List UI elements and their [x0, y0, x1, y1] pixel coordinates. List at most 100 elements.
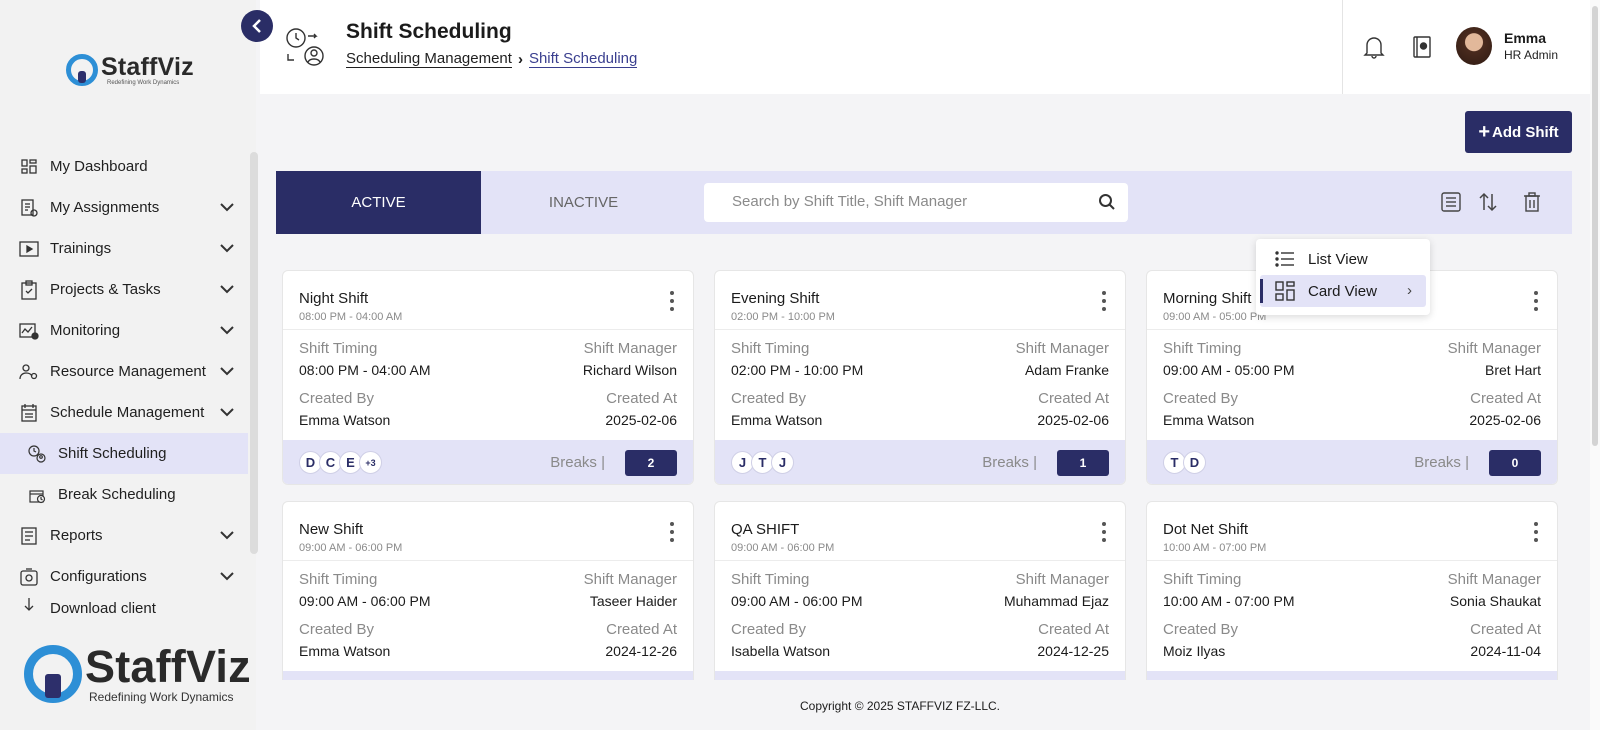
created-by-label: Created By — [1163, 621, 1239, 638]
page-scrollbar[interactable] — [1590, 0, 1600, 730]
member-avatar[interactable]: +3 — [359, 451, 382, 474]
breaks-count-badge[interactable]: 2 — [625, 450, 677, 476]
shift-toolbar: ACTIVE INACTIVE — [276, 171, 1572, 234]
logo-mark-icon — [24, 645, 82, 703]
breadcrumb-link[interactable]: Scheduling Management — [346, 50, 512, 68]
shift-subtitle: 09:00 AM - 06:00 PM — [299, 542, 403, 554]
breaks-label: Breaks | — [1414, 454, 1469, 471]
assignments-icon — [18, 197, 40, 219]
shift-timing-label: Shift Timing — [1163, 571, 1242, 588]
member-avatar[interactable]: J — [771, 451, 794, 474]
sidebar-item-label: My Dashboard — [50, 158, 148, 175]
brand-logo-footer: StaffViz Redefining Work Dynamics — [24, 644, 251, 704]
brand-name: StaffViz — [85, 641, 251, 692]
sidebar-item-configurations[interactable]: Configurations — [0, 556, 248, 597]
created-at-value: 2024-11-04 — [1470, 643, 1541, 659]
chevron-down-icon[interactable] — [220, 404, 234, 420]
breaks-count-badge[interactable]: 1 — [1057, 450, 1109, 476]
chevron-down-icon[interactable] — [220, 363, 234, 379]
card-footer: D C E +3 Breaks | 2 — [283, 440, 693, 484]
shift-card[interactable]: Evening Shift 02:00 PM - 10:00 PM Shift Ti… — [714, 270, 1126, 485]
menu-item-card-view[interactable]: Card View › — [1260, 275, 1426, 307]
sidebar-item-schedule-management[interactable]: Schedule Management — [0, 392, 248, 433]
sidebar-item-break-scheduling[interactable]: Break Scheduling — [0, 474, 248, 515]
sidebar-scrollbar[interactable] — [250, 152, 258, 554]
copyright: Copyright © 2025 STAFFVIZ FZ-LLC. — [800, 699, 1001, 713]
member-avatars: D C E +3 — [299, 451, 382, 474]
shift-subtitle: 02:00 PM - 10:00 PM — [731, 311, 835, 323]
breadcrumb-current[interactable]: Shift Scheduling — [528, 50, 638, 68]
sidebar-item-my-assignments[interactable]: My Assignments — [0, 187, 248, 228]
shift-subtitle: 10:00 AM - 07:00 PM — [1163, 542, 1267, 554]
chevron-down-icon[interactable] — [220, 199, 234, 215]
more-options-icon[interactable] — [1529, 291, 1543, 311]
chevron-down-icon[interactable] — [220, 240, 234, 256]
search-input[interactable] — [732, 193, 1092, 210]
more-options-icon[interactable] — [1529, 522, 1543, 542]
shift-subtitle: 09:00 AM - 06:00 PM — [731, 542, 835, 554]
add-shift-button[interactable]: + Add Shift — [1465, 111, 1572, 153]
brand-tagline: Redefining Work Dynamics — [89, 690, 234, 704]
plus-icon: + — [1478, 120, 1491, 143]
add-shift-label: Add Shift — [1492, 123, 1559, 141]
shift-card[interactable]: Dot Net Shift 10:00 AM - 07:00 PM Shift Ti… — [1146, 501, 1558, 680]
created-at-label: Created At — [1038, 390, 1109, 407]
sidebar-item-my-dashboard[interactable]: My Dashboard — [0, 146, 248, 187]
sidebar-item-download-client[interactable]: Download client — [0, 597, 248, 614]
sidebar-item-resource-management[interactable]: Resource Management — [0, 351, 248, 392]
created-by-label: Created By — [299, 621, 375, 638]
sidebar-item-label: Projects & Tasks — [50, 281, 161, 298]
shift-card[interactable]: New Shift 09:00 AM - 06:00 PM Shift Timing… — [282, 501, 694, 680]
menu-item-list-view[interactable]: List View — [1260, 243, 1426, 275]
sidebar-item-trainings[interactable]: Trainings — [0, 228, 248, 269]
chevron-down-icon[interactable] — [220, 322, 234, 338]
chevron-down-icon[interactable] — [220, 527, 234, 543]
header-divider — [1342, 0, 1343, 94]
card-footer — [715, 671, 1125, 680]
shift-manager-value: Richard Wilson — [582, 362, 677, 378]
user-name[interactable]: Emma — [1504, 30, 1546, 46]
sidebar-item-label: Download client — [50, 600, 156, 614]
avatar[interactable] — [1456, 27, 1492, 65]
shift-card[interactable]: QA SHIFT 09:00 AM - 06:00 PM Shift Timing S… — [714, 501, 1126, 680]
tab-inactive[interactable]: INACTIVE — [481, 171, 686, 234]
sidebar-item-label: My Assignments — [50, 199, 160, 216]
guide-book-icon[interactable] — [1411, 35, 1433, 64]
breaks-label: Breaks | — [550, 454, 605, 471]
member-avatar[interactable]: D — [1183, 451, 1206, 474]
sidebar-item-reports[interactable]: Reports — [0, 515, 248, 556]
view-toggle-icon[interactable] — [1440, 191, 1462, 218]
sidebar-nav: My Dashboard My Assignments Trainings Pr… — [0, 146, 248, 614]
sidebar-item-label: Monitoring — [50, 322, 121, 339]
sidebar-item-shift-scheduling[interactable]: Shift Scheduling — [0, 433, 248, 474]
download-icon — [18, 597, 40, 614]
card-divider — [283, 329, 693, 330]
created-at-label: Created At — [1470, 621, 1541, 638]
bell-icon[interactable] — [1363, 35, 1385, 64]
search-icon[interactable] — [1098, 193, 1116, 216]
shift-timing-value: 09:00 AM - 06:00 PM — [299, 593, 431, 609]
card-divider — [715, 560, 1125, 561]
shift-timing-label: Shift Timing — [1163, 340, 1242, 357]
created-by-value: Isabella Watson — [731, 643, 831, 659]
brand-logo[interactable]: StaffViz Redefining Work Dynamics — [66, 54, 194, 86]
more-options-icon[interactable] — [665, 522, 679, 542]
trash-icon[interactable] — [1522, 191, 1542, 218]
tab-active[interactable]: ACTIVE — [276, 171, 481, 234]
more-options-icon[interactable] — [665, 291, 679, 311]
page-scrollbar-thumb[interactable] — [1592, 6, 1598, 446]
sidebar-item-monitoring[interactable]: Monitoring — [0, 310, 248, 351]
breaks-count-badge[interactable]: 0 — [1489, 450, 1541, 476]
sort-icon[interactable] — [1478, 191, 1498, 218]
user-role: HR Admin — [1504, 48, 1559, 62]
shift-manager-label: Shift Manager — [583, 340, 677, 357]
more-options-icon[interactable] — [1097, 522, 1111, 542]
list-icon — [1274, 249, 1296, 269]
chevron-down-icon[interactable] — [220, 281, 234, 297]
sidebar-item-projects-tasks[interactable]: Projects & Tasks — [0, 269, 248, 310]
shift-card[interactable]: Night Shift 08:00 PM - 04:00 AM Shift Timi… — [282, 270, 694, 485]
collapse-sidebar-button[interactable] — [241, 10, 273, 42]
sidebar-item-label: Resource Management — [50, 363, 206, 380]
chevron-down-icon[interactable] — [220, 568, 234, 584]
more-options-icon[interactable] — [1097, 291, 1111, 311]
